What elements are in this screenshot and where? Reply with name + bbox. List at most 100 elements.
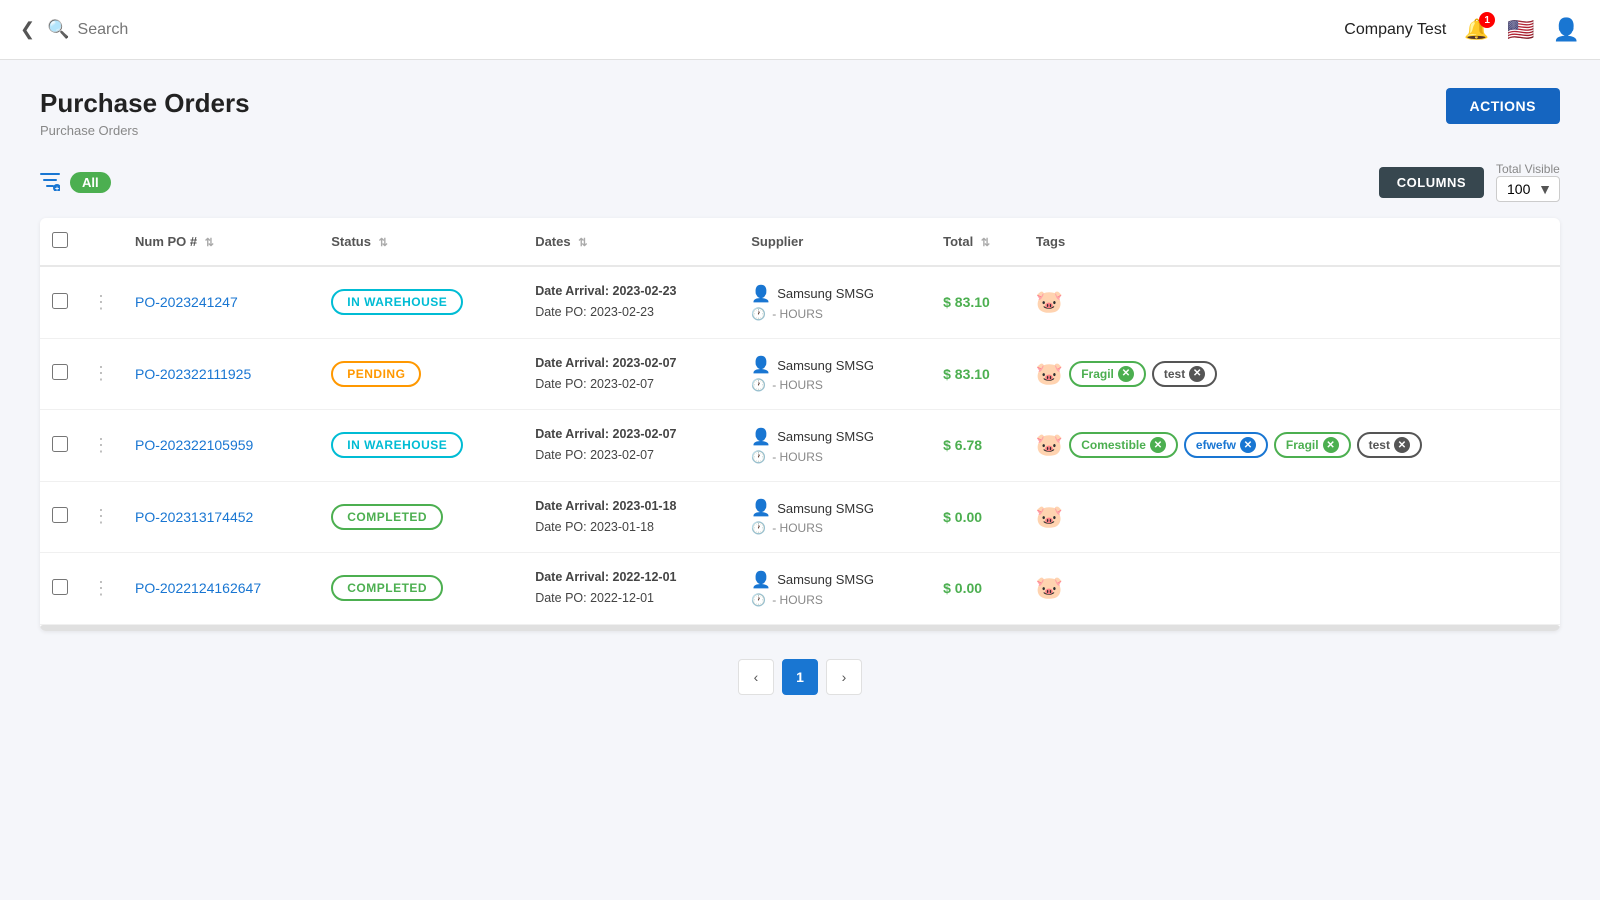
clock-icon-0: 🕐 xyxy=(751,307,766,321)
row-checkbox-2[interactable] xyxy=(52,436,68,452)
row-checkbox-4[interactable] xyxy=(52,579,68,595)
date-arrival-1: Date Arrival: 2023-02-07 xyxy=(535,353,727,374)
supplier-name-3: 👤 Samsung SMSG xyxy=(751,498,919,518)
row-supplier-2: 👤 Samsung SMSG 🕐 - HOURS xyxy=(739,410,931,482)
row-menu-cell-2: ⋮ xyxy=(80,410,123,482)
row-status-3: COMPLETED xyxy=(319,481,523,553)
row-po-num-0: PO-2023241247 xyxy=(123,266,319,338)
row-menu-cell-4: ⋮ xyxy=(80,553,123,625)
supplier-name-1: 👤 Samsung SMSG xyxy=(751,355,919,375)
date-po-2: Date PO: 2023-02-07 xyxy=(535,445,727,466)
po-link-2[interactable]: PO-202322105959 xyxy=(135,437,253,453)
tag-bird-icon-0[interactable]: 🐷 xyxy=(1036,289,1063,315)
row-menu-dots-0[interactable]: ⋮ xyxy=(92,292,111,312)
tag-badge-efwefw-2[interactable]: efwefw ✕ xyxy=(1184,432,1268,458)
table-row: ⋮ PO-202313174452 COMPLETED Date Arrival… xyxy=(40,481,1560,553)
page-header: Purchase Orders Purchase Orders ACTIONS xyxy=(40,88,1560,138)
row-checkbox-cell xyxy=(40,553,80,625)
po-link-1[interactable]: PO-202322111925 xyxy=(135,366,251,382)
tag-bird-icon-2[interactable]: 🐷 xyxy=(1036,432,1063,458)
tags-cell-0: 🐷 xyxy=(1036,289,1548,315)
date-arrival-0: Date Arrival: 2023-02-23 xyxy=(535,281,727,302)
tag-close-efwefw-2[interactable]: ✕ xyxy=(1240,437,1256,453)
status-badge-0: IN WAREHOUSE xyxy=(331,289,463,315)
supplier-name-4: 👤 Samsung SMSG xyxy=(751,570,919,590)
language-flag[interactable]: 🇺🇸 xyxy=(1507,17,1534,43)
tag-bird-icon-1[interactable]: 🐷 xyxy=(1036,361,1063,387)
po-link-0[interactable]: PO-2023241247 xyxy=(135,294,238,310)
header-dates[interactable]: Dates ⇅ xyxy=(523,218,739,266)
tag-badge-comestible-2[interactable]: Comestible ✕ xyxy=(1069,432,1178,458)
po-link-3[interactable]: PO-202313174452 xyxy=(135,509,253,525)
tag-badge-test-2[interactable]: test ✕ xyxy=(1357,432,1422,458)
actions-button[interactable]: ACTIONS xyxy=(1446,88,1561,124)
row-menu-dots-2[interactable]: ⋮ xyxy=(92,435,111,455)
row-menu-dots-4[interactable]: ⋮ xyxy=(92,578,111,598)
search-input[interactable] xyxy=(78,21,368,39)
filter-left: + All xyxy=(40,172,111,193)
tag-close-fragil-1[interactable]: ✕ xyxy=(1118,366,1134,382)
pagination-page-1[interactable]: 1 xyxy=(782,659,818,695)
row-menu-dots-1[interactable]: ⋮ xyxy=(92,363,111,383)
row-status-0: IN WAREHOUSE xyxy=(319,266,523,338)
tag-close-test-2[interactable]: ✕ xyxy=(1394,437,1410,453)
columns-button[interactable]: COLUMNS xyxy=(1379,167,1484,198)
tag-close-fragil-2[interactable]: ✕ xyxy=(1323,437,1339,453)
header-menu-cell xyxy=(80,218,123,266)
row-menu-dots-3[interactable]: ⋮ xyxy=(92,506,111,526)
tag-badge-fragil-1[interactable]: Fragil ✕ xyxy=(1069,361,1146,387)
purchase-orders-table-card: Num PO # ⇅ Status ⇅ Dates ⇅ Supplier Tot… xyxy=(40,218,1560,631)
row-menu-cell-1: ⋮ xyxy=(80,338,123,410)
row-checkbox-0[interactable] xyxy=(52,293,68,309)
supplier-icon-0: 👤 xyxy=(751,284,771,304)
po-link-4[interactable]: PO-2022124162647 xyxy=(135,580,261,596)
tag-close-comestible-2[interactable]: ✕ xyxy=(1150,437,1166,453)
sort-icon-status: ⇅ xyxy=(379,237,388,249)
header-total[interactable]: Total ⇅ xyxy=(931,218,1024,266)
tag-bird-icon-3[interactable]: 🐷 xyxy=(1036,504,1063,530)
pagination-prev[interactable]: ‹ xyxy=(738,659,774,695)
filter-icon[interactable]: + xyxy=(40,173,60,191)
header-status[interactable]: Status ⇅ xyxy=(319,218,523,266)
sort-icon-total: ⇅ xyxy=(981,237,990,249)
page-title-area: Purchase Orders Purchase Orders xyxy=(40,88,250,138)
tag-badge-fragil-2[interactable]: Fragil ✕ xyxy=(1274,432,1351,458)
supplier-icon-3: 👤 xyxy=(751,498,771,518)
row-tags-4: 🐷 xyxy=(1024,553,1560,625)
row-po-num-2: PO-202322105959 xyxy=(123,410,319,482)
row-checkbox-cell xyxy=(40,266,80,338)
row-total-0: $ 83.10 xyxy=(931,266,1024,338)
select-all-checkbox[interactable] xyxy=(52,232,68,248)
row-dates-3: Date Arrival: 2023-01-18 Date PO: 2023-0… xyxy=(523,481,739,553)
topnav-right: Company Test 🔔 1 🇺🇸 👤 xyxy=(1344,17,1580,43)
table-row: ⋮ PO-202322105959 IN WAREHOUSE Date Arri… xyxy=(40,410,1560,482)
header-po-num[interactable]: Num PO # ⇅ xyxy=(123,218,319,266)
supplier-hours-4: 🕐 - HOURS xyxy=(751,593,919,607)
supplier-hours-0: 🕐 - HOURS xyxy=(751,307,919,321)
tag-close-test-1[interactable]: ✕ xyxy=(1189,366,1205,382)
user-avatar[interactable]: 👤 xyxy=(1553,17,1580,43)
row-checkbox-3[interactable] xyxy=(52,507,68,523)
row-tags-2: 🐷 Comestible ✕ efwefw ✕ Fragil ✕ test ✕ xyxy=(1024,410,1560,482)
sort-icon-po-num: ⇅ xyxy=(205,237,214,249)
notifications-bell[interactable]: 🔔 1 xyxy=(1464,17,1489,42)
tag-badge-test-1[interactable]: test ✕ xyxy=(1152,361,1217,387)
row-supplier-4: 👤 Samsung SMSG 🕐 - HOURS xyxy=(739,553,931,625)
total-visible-select[interactable]: 100 50 25 xyxy=(1496,176,1560,202)
filter-all-badge[interactable]: All xyxy=(70,172,111,193)
row-total-2: $ 6.78 xyxy=(931,410,1024,482)
back-button[interactable]: ❮ xyxy=(20,19,35,40)
status-badge-2: IN WAREHOUSE xyxy=(331,432,463,458)
row-status-4: COMPLETED xyxy=(319,553,523,625)
header-supplier: Supplier xyxy=(739,218,931,266)
tag-bird-icon-4[interactable]: 🐷 xyxy=(1036,575,1063,601)
row-checkbox-1[interactable] xyxy=(52,364,68,380)
breadcrumb: Purchase Orders xyxy=(40,123,250,138)
row-supplier-1: 👤 Samsung SMSG 🕐 - HOURS xyxy=(739,338,931,410)
supplier-name-text-4: Samsung SMSG xyxy=(777,572,874,587)
pagination-next[interactable]: › xyxy=(826,659,862,695)
company-name: Company Test xyxy=(1344,21,1446,39)
table-body: ⋮ PO-2023241247 IN WAREHOUSE Date Arriva… xyxy=(40,266,1560,624)
supplier-hours-text-1: - HOURS xyxy=(772,378,823,392)
horizontal-scrollbar[interactable] xyxy=(40,625,1560,631)
